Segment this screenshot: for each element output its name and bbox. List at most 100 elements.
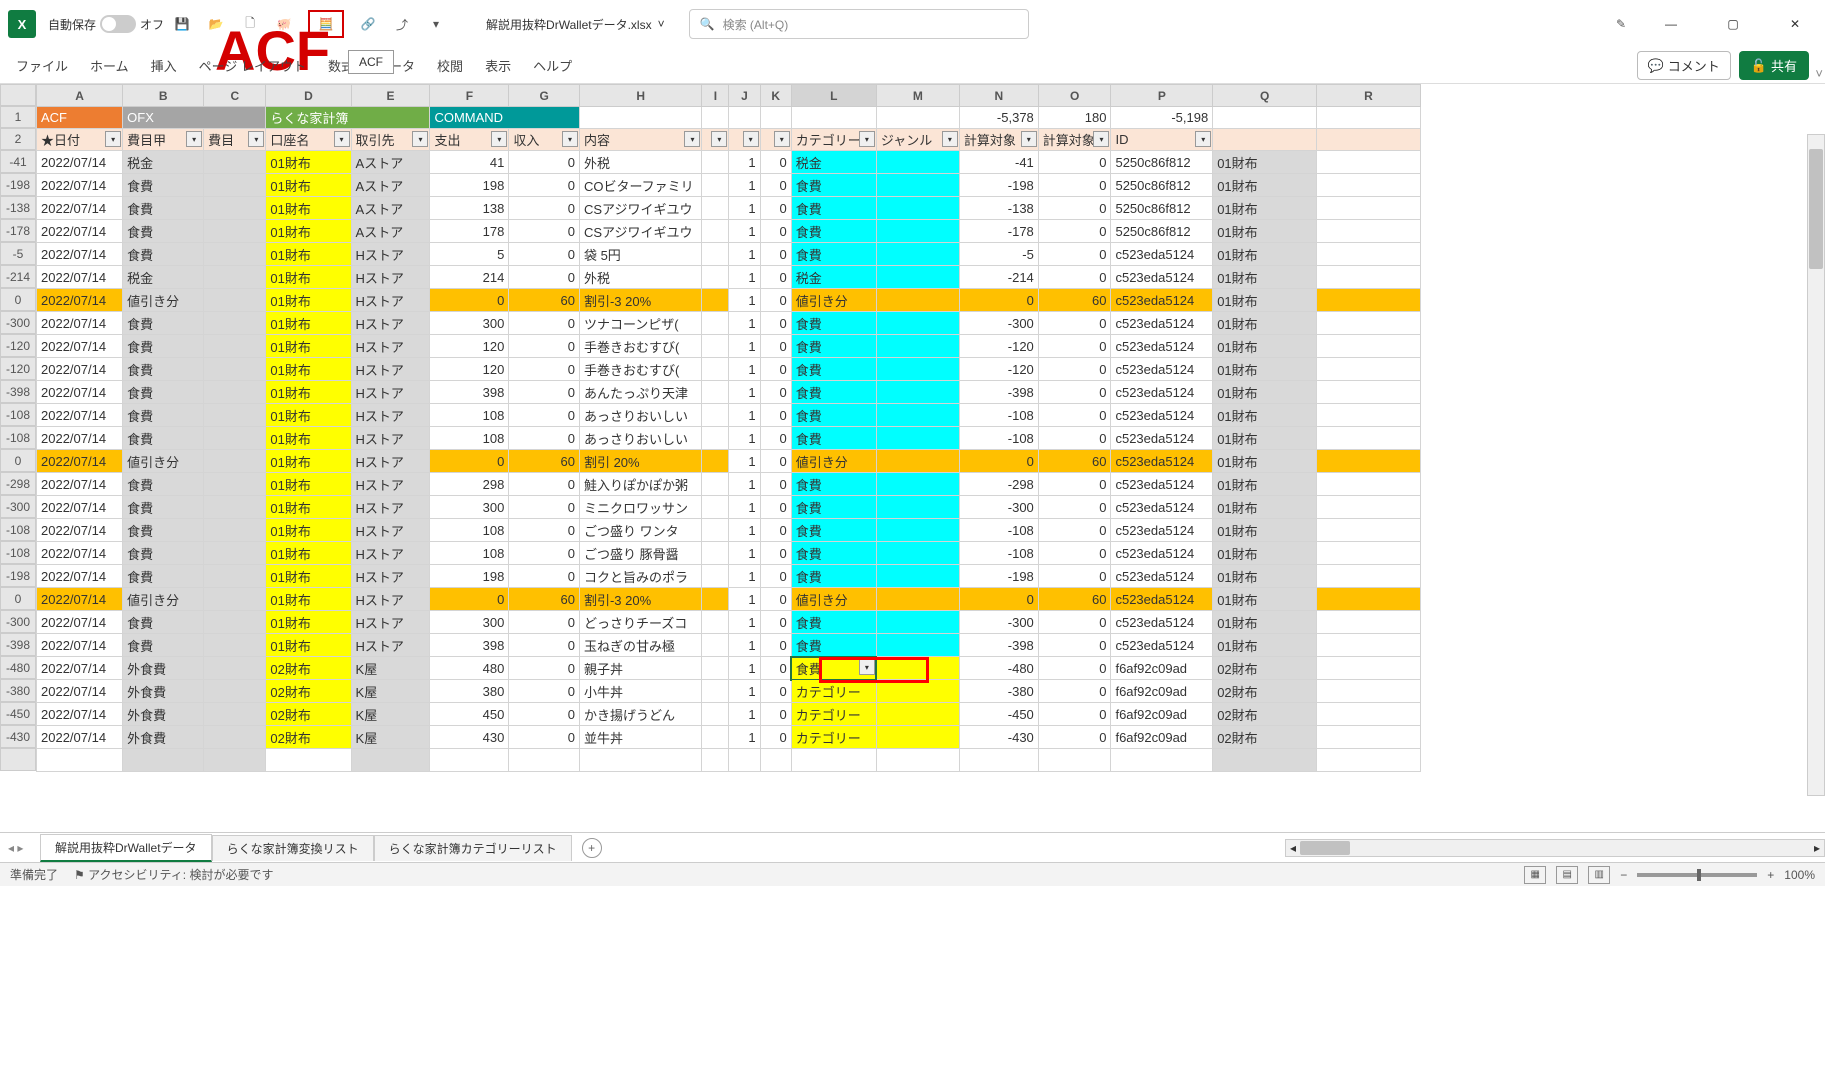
cell[interactable]: f6af92c09ad — [1111, 680, 1213, 703]
cell[interactable]: 外税 — [579, 266, 702, 289]
cell[interactable] — [760, 107, 791, 129]
cell[interactable] — [702, 565, 729, 588]
cell[interactable]: 外食費 — [123, 680, 204, 703]
cell[interactable]: 食費 — [123, 565, 204, 588]
cell[interactable] — [876, 588, 959, 611]
cell[interactable]: 02財布 — [266, 726, 351, 749]
cell[interactable]: 0 — [760, 289, 791, 312]
cell[interactable]: 食費 — [123, 174, 204, 197]
cell[interactable]: 0 — [1038, 220, 1111, 243]
filter-dropdown-icon[interactable]: ▾ — [491, 131, 507, 147]
cell[interactable]: -5,378 — [959, 107, 1038, 129]
autosave-toggle[interactable]: 自動保存 オフ — [48, 15, 164, 33]
filter-dropdown-icon[interactable]: ▾ — [1093, 131, 1109, 147]
cell[interactable]: 01財布 — [1213, 542, 1317, 565]
cell[interactable]: 0 — [1038, 266, 1111, 289]
cell[interactable]: 0 — [760, 220, 791, 243]
cell[interactable] — [204, 749, 266, 772]
cell[interactable] — [204, 473, 266, 496]
cell[interactable]: 430 — [430, 726, 509, 749]
cell[interactable]: c523eda5124 — [1111, 542, 1213, 565]
row-header[interactable]: -430 — [0, 725, 36, 748]
cell[interactable]: 5250c86f812 — [1111, 220, 1213, 243]
filter-dropdown-icon[interactable]: ▾ — [562, 131, 578, 147]
cell[interactable]: 食費 — [791, 542, 876, 565]
cell[interactable] — [1317, 749, 1421, 772]
cell[interactable]: 1 — [729, 519, 760, 542]
col-header[interactable]: R — [1317, 85, 1421, 107]
cell[interactable] — [1038, 749, 1111, 772]
cell[interactable]: 0 — [760, 634, 791, 657]
header-cell[interactable]: ▾ — [760, 129, 791, 151]
cell[interactable]: 0 — [430, 289, 509, 312]
cell[interactable] — [876, 289, 959, 312]
cell[interactable] — [702, 657, 729, 680]
cell[interactable] — [509, 749, 580, 772]
cell[interactable] — [702, 358, 729, 381]
cell[interactable]: 2022/07/14 — [37, 358, 123, 381]
header-cell[interactable]: ID▾ — [1111, 129, 1213, 151]
col-header[interactable]: C — [204, 85, 266, 107]
cell[interactable]: 0 — [1038, 243, 1111, 266]
cell[interactable]: Hストア — [351, 542, 430, 565]
header-cell[interactable]: 内容▾ — [579, 129, 702, 151]
cell[interactable]: 食費 — [791, 358, 876, 381]
cell[interactable]: 値引き分 — [791, 450, 876, 473]
cell[interactable] — [876, 634, 959, 657]
row-header[interactable]: -108 — [0, 541, 36, 564]
cell[interactable]: Hストア — [351, 381, 430, 404]
cell[interactable]: 300 — [430, 312, 509, 335]
cell[interactable]: 食費 — [123, 404, 204, 427]
cell[interactable]: 0 — [760, 680, 791, 703]
cell[interactable]: 1 — [729, 243, 760, 266]
cell[interactable]: 値引き分 — [791, 289, 876, 312]
cell[interactable]: 01財布 — [266, 381, 351, 404]
cell[interactable] — [204, 519, 266, 542]
cell[interactable]: 01財布 — [266, 197, 351, 220]
row-header[interactable]: -120 — [0, 357, 36, 380]
cell[interactable]: -198 — [959, 174, 1038, 197]
cell[interactable] — [702, 680, 729, 703]
cell[interactable]: Hストア — [351, 519, 430, 542]
cell[interactable]: 2022/07/14 — [37, 565, 123, 588]
cell[interactable]: Hストア — [351, 496, 430, 519]
cell[interactable] — [204, 358, 266, 381]
tab-home[interactable]: ホーム — [90, 56, 129, 75]
cell[interactable] — [1317, 335, 1421, 358]
cell[interactable] — [1213, 107, 1317, 129]
cell[interactable]: 0 — [509, 519, 580, 542]
cell-dropdown-icon[interactable]: ▾ — [859, 659, 875, 675]
col-header[interactable]: F — [430, 85, 509, 107]
row-header[interactable]: -398 — [0, 380, 36, 403]
cell[interactable]: 0 — [1038, 427, 1111, 450]
cell[interactable] — [876, 519, 959, 542]
row-header[interactable]: 1 — [0, 106, 36, 128]
cell[interactable] — [204, 657, 266, 680]
cell[interactable]: 0 — [760, 473, 791, 496]
cell[interactable]: 298 — [430, 473, 509, 496]
cell[interactable]: c523eda5124 — [1111, 381, 1213, 404]
cell[interactable]: 税金 — [791, 151, 876, 174]
cell[interactable] — [1317, 427, 1421, 450]
col-header[interactable]: A — [37, 85, 123, 107]
cell[interactable]: 01財布 — [266, 243, 351, 266]
cell[interactable]: 1 — [729, 611, 760, 634]
cell[interactable]: 食費 — [123, 381, 204, 404]
filter-dropdown-icon[interactable]: ▾ — [942, 131, 958, 147]
cell[interactable]: 380 — [430, 680, 509, 703]
cell[interactable]: 値引き分 — [123, 289, 204, 312]
cell[interactable]: -178 — [959, 220, 1038, 243]
cell[interactable]: 1 — [729, 289, 760, 312]
cell[interactable]: 398 — [430, 381, 509, 404]
cell[interactable]: 鮭入りぽかぽか粥 — [579, 473, 702, 496]
cell[interactable]: -430 — [959, 726, 1038, 749]
cell[interactable]: 450 — [430, 703, 509, 726]
cell[interactable]: 0 — [1038, 542, 1111, 565]
cell[interactable]: 01財布 — [266, 519, 351, 542]
cell[interactable]: 1 — [729, 220, 760, 243]
cell[interactable]: 外食費 — [123, 703, 204, 726]
cell[interactable]: c523eda5124 — [1111, 634, 1213, 657]
cell[interactable]: 2022/07/14 — [37, 289, 123, 312]
sheet-tab-nav[interactable]: ◂ ▸ — [8, 841, 23, 855]
cell[interactable] — [876, 726, 959, 749]
